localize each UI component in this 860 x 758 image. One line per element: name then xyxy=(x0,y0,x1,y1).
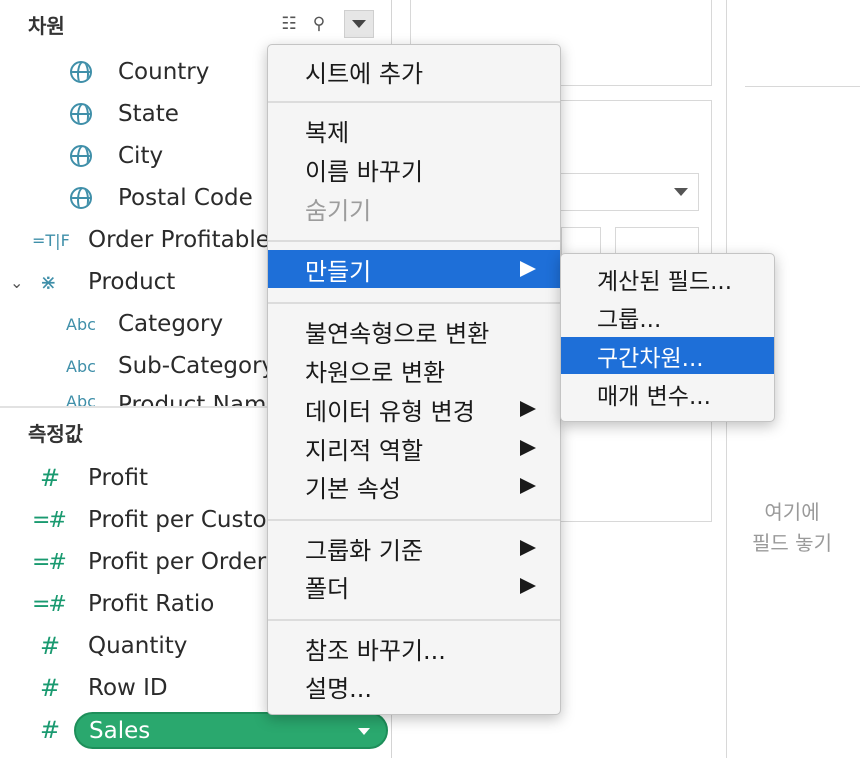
field-label: Category xyxy=(118,311,224,337)
menu-group-by[interactable]: 그룹화 기준 xyxy=(268,529,560,567)
field-label: Product Name xyxy=(118,392,281,406)
field-postal-code[interactable]: Postal Code xyxy=(70,180,253,216)
abc-icon: Abc xyxy=(66,356,96,376)
calc-number-icon: =# xyxy=(32,549,67,575)
create-submenu: 계산된 필드... 그룹... 구간차원... 매개 변수... xyxy=(560,253,775,422)
calc-number-icon: =# xyxy=(32,507,67,533)
menu-create[interactable]: 만들기 xyxy=(268,250,560,288)
calc-number-icon: =# xyxy=(32,591,67,617)
field-sales-icon-row: # xyxy=(40,712,74,748)
submenu-bins[interactable]: 구간차원... xyxy=(561,337,774,374)
submenu-arrow-icon xyxy=(520,478,536,494)
number-icon: # xyxy=(40,716,61,744)
calc-boolean-icon: =T|F xyxy=(32,230,70,250)
menu-rename[interactable]: 이름 바꾸기 xyxy=(268,150,560,188)
drop-hint-line2: 필드 놓기 xyxy=(752,531,832,555)
field-state[interactable]: State xyxy=(70,96,179,132)
collapse-chevron-icon[interactable]: ⌄ xyxy=(10,273,40,292)
hierarchy-icon: ⋇ xyxy=(40,270,57,294)
drop-field-hint: 여기에 필드 놓기 xyxy=(745,497,839,559)
menu-hide: 숨기기 xyxy=(305,196,372,225)
field-label: Country xyxy=(118,59,210,85)
menu-describe[interactable]: 설명... xyxy=(268,667,560,705)
globe-icon xyxy=(70,103,92,125)
field-order-profitable[interactable]: =T|F Order Profitable? xyxy=(32,222,282,258)
menu-change-data-type[interactable]: 데이터 유형 변경 xyxy=(268,390,560,428)
number-icon: # xyxy=(40,674,61,702)
mark-type-chevron-icon xyxy=(674,188,688,196)
field-context-menu: 시트에 추가 복제 이름 바꾸기 숨기기 만들기 불연속형으로 변환 차원으로 … xyxy=(267,44,561,715)
field-label: Order Profitable? xyxy=(88,227,283,253)
menu-default-properties[interactable]: 기본 속성 xyxy=(268,467,560,505)
pill-dropdown-icon[interactable] xyxy=(358,728,370,735)
menu-convert-to-discrete[interactable]: 불연속형으로 변환 xyxy=(268,312,560,350)
globe-icon xyxy=(70,187,92,209)
field-sales-selected[interactable]: Sales xyxy=(74,712,388,749)
dimensions-header: 차원 xyxy=(28,14,65,38)
columns-shelf-line xyxy=(745,86,860,87)
field-label: Product xyxy=(88,269,176,295)
submenu-arrow-icon xyxy=(520,401,536,417)
menu-convert-to-dimension[interactable]: 차원으로 변환 xyxy=(268,351,560,389)
field-label: Postal Code xyxy=(118,185,253,211)
menu-separator xyxy=(268,302,560,304)
globe-icon xyxy=(70,61,92,83)
submenu-arrow-icon xyxy=(520,540,536,556)
field-product-hierarchy[interactable]: ⌄ ⋇ Product xyxy=(10,264,175,300)
submenu-parameter[interactable]: 매개 변수... xyxy=(561,375,774,412)
field-quantity[interactable]: # Quantity xyxy=(40,628,187,664)
field-label: State xyxy=(118,101,179,127)
submenu-arrow-icon xyxy=(520,440,536,456)
list-view-icon[interactable]: ☷ xyxy=(274,12,304,36)
chevron-down-icon xyxy=(352,20,366,28)
menu-folders[interactable]: 폴더 xyxy=(268,567,560,605)
menu-separator xyxy=(268,519,560,521)
menu-separator xyxy=(268,619,560,621)
field-label: Profit xyxy=(88,465,148,491)
drop-hint-line1: 여기에 xyxy=(764,500,820,524)
field-label: Profit per Order xyxy=(88,549,267,575)
field-label: Sales xyxy=(89,717,151,744)
submenu-calculated-field[interactable]: 계산된 필드... xyxy=(561,260,774,297)
menu-separator xyxy=(268,101,560,103)
abc-icon: Abc xyxy=(66,314,96,334)
field-sub-category[interactable]: Abc Sub-Category xyxy=(66,348,275,384)
field-city[interactable]: City xyxy=(70,138,163,174)
field-label: Quantity xyxy=(88,633,188,659)
menu-create-label: 만들기 xyxy=(305,257,372,286)
menu-replace-references[interactable]: 참조 바꾸기... xyxy=(268,629,560,667)
data-pane-menu-button[interactable] xyxy=(344,10,374,38)
submenu-group[interactable]: 그룹... xyxy=(561,298,774,335)
field-row-id[interactable]: # Row ID xyxy=(40,670,168,706)
field-profit-ratio[interactable]: =# Profit Ratio xyxy=(32,586,214,622)
menu-geographic-role-label: 지리적 역할 xyxy=(305,436,424,465)
field-category[interactable]: Abc Category xyxy=(66,306,223,342)
measures-header: 측정값 xyxy=(28,422,84,446)
menu-separator xyxy=(268,240,560,242)
field-label: Sub-Category xyxy=(118,353,276,379)
submenu-arrow-icon xyxy=(520,578,536,594)
search-icon[interactable]: ⚲ xyxy=(304,12,334,36)
field-label: Row ID xyxy=(88,675,168,701)
number-icon: # xyxy=(40,464,61,492)
menu-add-to-sheet[interactable]: 시트에 추가 xyxy=(268,52,560,90)
field-label: Profit Ratio xyxy=(88,591,215,617)
field-profit-per-order[interactable]: =# Profit per Order xyxy=(32,544,266,580)
menu-group-by-label: 그룹화 기준 xyxy=(305,536,424,565)
field-product-name[interactable]: Abc Product Name xyxy=(66,392,281,406)
menu-geographic-role[interactable]: 지리적 역할 xyxy=(268,429,560,467)
menu-duplicate[interactable]: 복제 xyxy=(268,111,560,149)
menu-change-data-type-label: 데이터 유형 변경 xyxy=(305,397,475,426)
field-profit[interactable]: # Profit xyxy=(40,460,148,496)
abc-icon: Abc xyxy=(66,392,96,406)
number-icon: # xyxy=(40,632,61,660)
menu-folders-label: 폴더 xyxy=(305,574,350,603)
data-pane-toolbar: ☷ ⚲ xyxy=(274,10,374,38)
menu-default-properties-label: 기본 속성 xyxy=(305,474,401,503)
submenu-arrow-icon xyxy=(520,261,536,277)
field-label: City xyxy=(118,143,164,169)
globe-icon xyxy=(70,145,92,167)
field-country[interactable]: Country xyxy=(70,54,209,90)
